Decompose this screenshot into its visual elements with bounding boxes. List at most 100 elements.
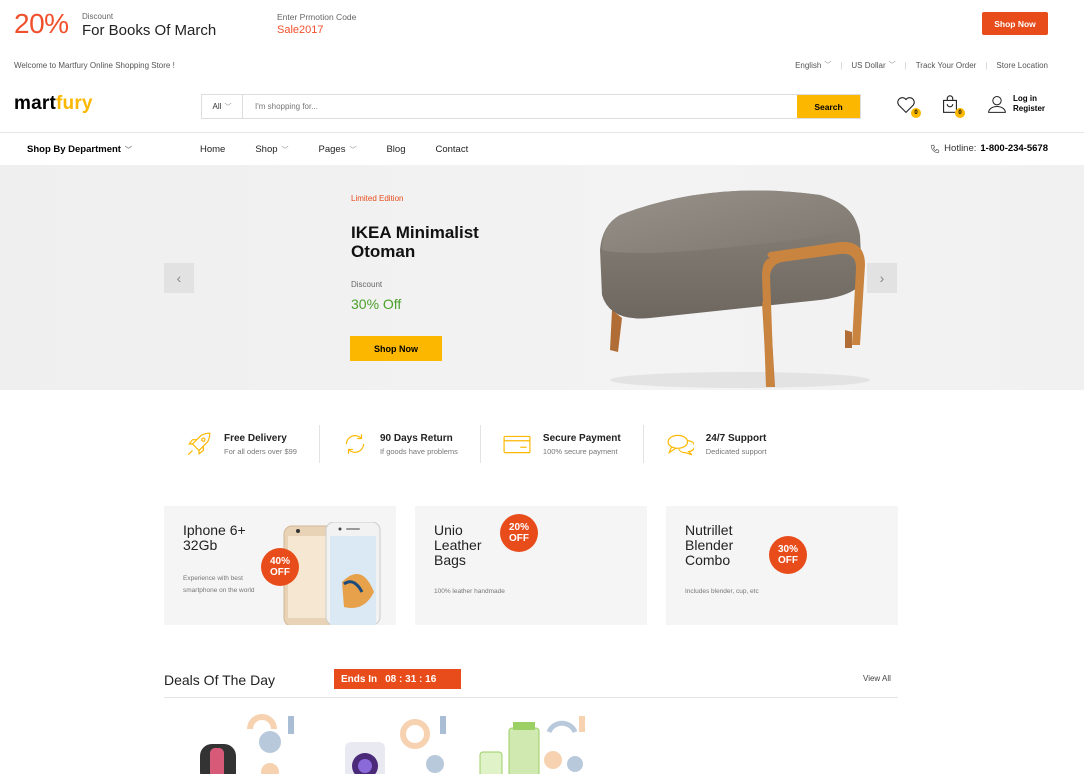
view-all-link[interactable]: View All — [863, 674, 891, 683]
discount-badge: 30% OFF — [769, 536, 807, 574]
feature-title: Free Delivery — [224, 432, 287, 444]
search-category-select[interactable]: All ﹀ — [202, 95, 243, 118]
promo-bar: 20% Discount For Books Of March Enter Pr… — [0, 0, 1084, 48]
deal-product-blender-image — [479, 716, 585, 774]
card-title: Iphone 6+ 32Gb — [183, 522, 246, 553]
nav-shop-label: Shop — [255, 144, 278, 155]
logo-main: mart — [14, 93, 56, 114]
hotline-number[interactable]: 1-800-234-5678 — [980, 143, 1048, 154]
hero-prev-button[interactable]: ‹ — [164, 263, 194, 293]
top-strip: Welcome to Martfury Online Shopping Stor… — [0, 55, 1084, 75]
discount-off-label: OFF — [777, 555, 798, 566]
discount-badge: 20% OFF — [500, 514, 538, 552]
account-link[interactable]: Log in Register — [987, 94, 1045, 114]
search-button[interactable]: Search — [797, 95, 860, 118]
discount-percent: 40% — [269, 556, 290, 567]
chevron-down-icon: ﹀ — [888, 62, 896, 69]
chevron-down-icon: ﹀ — [281, 146, 289, 154]
chevron-down-icon: ﹀ — [124, 146, 132, 154]
shop-by-department-menu[interactable]: Shop By Department ﹀ — [27, 144, 132, 155]
hero-title: IKEA Minimalist Otoman — [351, 223, 479, 261]
hero-shop-now-button[interactable]: Shop Now — [350, 336, 442, 361]
search-input[interactable] — [243, 95, 797, 118]
hero-banner: ‹ › Limited Edition IKEA Minimalist Otom… — [0, 165, 1084, 390]
deal-product-hairbrush-image — [200, 714, 294, 774]
feature-sub: If goods have problems — [379, 446, 458, 456]
feature-90-days-return: 90 Days Return If goods have problems — [320, 425, 481, 463]
deal-product-speaker-image — [345, 716, 446, 774]
feature-title: 24/7 Support — [705, 432, 767, 444]
discount-off-label: OFF — [508, 533, 529, 544]
header: martfury All﹀ Search 0 0 Log in Register — [0, 88, 1084, 128]
nav-contact[interactable]: Contact — [435, 144, 468, 155]
cart-button[interactable]: 0 — [939, 94, 965, 120]
login-register-text: Log in Register — [1013, 94, 1045, 114]
discount-off-label: OFF — [269, 567, 290, 578]
feature-title: 90 Days Return — [379, 432, 453, 444]
promo-text: For Books Of March — [82, 22, 217, 39]
nav-blog[interactable]: Blog — [386, 144, 405, 155]
countdown-timer: 08 : 31 : 16 — [385, 673, 437, 685]
promo-code-label: Enter Prmotion Code — [277, 12, 357, 22]
feature-sub: For all oders over $99 — [224, 446, 297, 456]
currency-label: US Dollar — [851, 60, 886, 70]
promo-percent: 20% — [14, 8, 69, 39]
deals-countdown: Ends In 08 : 31 : 16 — [334, 669, 461, 689]
wishlist-badge: 0 — [911, 108, 921, 118]
currency-select[interactable]: US Dollar ﹀ — [842, 60, 904, 70]
feature-secure-payment: Secure Payment 100% secure payment — [481, 425, 644, 463]
hero-discount: 30% Off — [351, 296, 402, 312]
discount-percent: 20% — [508, 522, 529, 533]
feature-sub: 100% secure payment — [542, 446, 618, 456]
ottoman-image — [600, 190, 870, 388]
nav-links: Home Shop ﹀ Pages ﹀ Blog Contact — [200, 144, 498, 155]
department-label: Shop By Department — [27, 144, 121, 155]
promo-card-leather-bags[interactable]: Unio Leather Bags 100% leather handmade … — [415, 506, 647, 625]
card-title: Unio Leather Bags — [434, 522, 482, 568]
nav-shop[interactable]: Shop ﹀ — [255, 144, 288, 155]
card-sub: Includes blender, cup, etc — [685, 588, 759, 595]
register-link[interactable]: Register — [1013, 104, 1045, 114]
discount-badge: 40% OFF — [261, 548, 299, 586]
language-select[interactable]: English ﹀ — [786, 60, 840, 70]
wishlist-button[interactable]: 0 — [895, 94, 921, 120]
divider — [164, 697, 898, 698]
nav-pages-label: Pages — [318, 144, 346, 155]
card-title: Nutrillet Blender Combo — [685, 522, 734, 568]
feature-sub: Dedicated support — [705, 446, 767, 456]
cart-badge: 0 — [955, 108, 965, 118]
top-links: English ﹀ | US Dollar ﹀ | Track Your Order… — [786, 60, 1048, 70]
phone-icon — [931, 144, 940, 153]
nav-home[interactable]: Home — [200, 144, 225, 155]
deals-title: Deals Of The Day — [164, 672, 276, 688]
welcome-text: Welcome to Martfury Online Shopping Stor… — [14, 61, 175, 70]
store-location-link[interactable]: Store Location — [987, 61, 1048, 70]
logo[interactable]: martfury — [14, 93, 93, 115]
credit-card-icon — [503, 435, 531, 454]
promo-shop-now-button[interactable]: Shop Now — [982, 12, 1048, 35]
chevron-down-icon: ﹀ — [824, 62, 832, 69]
promo-card-iphone[interactable]: Iphone 6+ 32Gb Experience with best smar… — [164, 506, 396, 625]
promo-discount-label: Discount — [82, 12, 114, 21]
promo-card-blender[interactable]: Nutrillet Blender Combo Includes blender… — [666, 506, 898, 625]
discount-percent: 30% — [777, 544, 798, 555]
features-row: Free Delivery For all oders over $99 90 … — [164, 425, 898, 465]
nav-pages[interactable]: Pages ﹀ — [319, 144, 357, 155]
hero-label: Limited Edition — [351, 194, 404, 203]
chat-icon — [667, 434, 694, 456]
promo-code[interactable]: Sale2017 — [277, 24, 324, 36]
hero-discount-label: Discount — [351, 280, 383, 289]
logo-accent: fury — [55, 93, 93, 114]
login-link[interactable]: Log in — [1013, 94, 1045, 104]
chevron-left-icon: ‹ — [176, 270, 182, 286]
feature-title: Secure Payment — [542, 432, 621, 444]
search-category-label: All — [212, 102, 222, 111]
user-icon — [988, 96, 1006, 113]
chevron-down-icon: ﹀ — [224, 103, 232, 111]
card-sub: Experience with best smartphone on the w… — [183, 575, 255, 594]
hotline-label: Hotline: — [944, 143, 977, 154]
search-bar: All﹀ Search — [201, 94, 861, 119]
feature-support: 24/7 Support Dedicated support — [644, 425, 789, 463]
card-sub: 100% leather handmade — [434, 588, 505, 595]
track-order-link[interactable]: Track Your Order — [907, 61, 986, 70]
